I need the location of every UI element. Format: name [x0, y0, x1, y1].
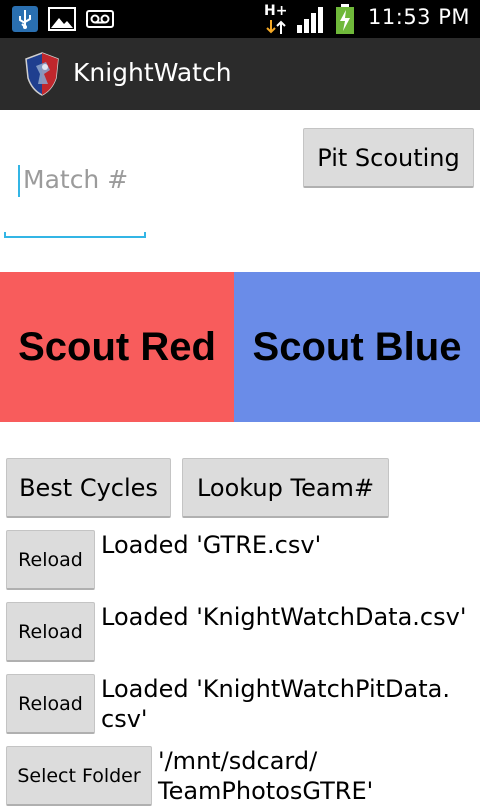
reload-button[interactable]: Reload [6, 674, 95, 734]
scout-blue-button[interactable]: Scout Blue [234, 272, 480, 422]
app-title: KnightWatch [73, 58, 232, 87]
network-type-label: H+ [264, 3, 288, 19]
best-cycles-button[interactable]: Best Cycles [6, 458, 171, 518]
select-folder-button[interactable]: Select Folder [6, 746, 152, 806]
app-logo-icon [25, 52, 59, 96]
voicemail-icon [86, 10, 114, 28]
image-icon [48, 7, 76, 31]
file-status-text: Loaded 'KnightWatchPitData. csv' [101, 675, 450, 733]
pit-scouting-button[interactable]: Pit Scouting [303, 128, 474, 188]
reload-button[interactable]: Reload [6, 530, 95, 590]
action-bar: KnightWatch [0, 38, 480, 110]
match-number-input[interactable]: Match # [4, 160, 146, 238]
match-number-placeholder: Match # [23, 165, 129, 194]
text-cursor [18, 165, 20, 197]
clock: 11:53 PM [368, 5, 470, 29]
lookup-team-button[interactable]: Lookup Team# [182, 458, 389, 518]
signal-icon [297, 7, 323, 33]
reload-button[interactable]: Reload [6, 602, 95, 662]
scout-blue-label: Scout Blue [252, 324, 462, 369]
scout-red-label: Scout Red [18, 324, 216, 369]
status-bar: H+ 11:53 PM [0, 0, 480, 38]
folder-path-text: '/mnt/sdcard/ TeamPhotosGTRE' [158, 747, 374, 805]
usb-icon [12, 6, 38, 32]
scout-red-button[interactable]: Scout Red [0, 272, 234, 422]
battery-charging-icon [336, 4, 354, 34]
data-arrows-icon [266, 20, 286, 34]
file-status-text: Loaded 'GTRE.csv' [101, 531, 322, 559]
file-status-text: Loaded 'KnightWatchData.csv' [101, 603, 467, 631]
